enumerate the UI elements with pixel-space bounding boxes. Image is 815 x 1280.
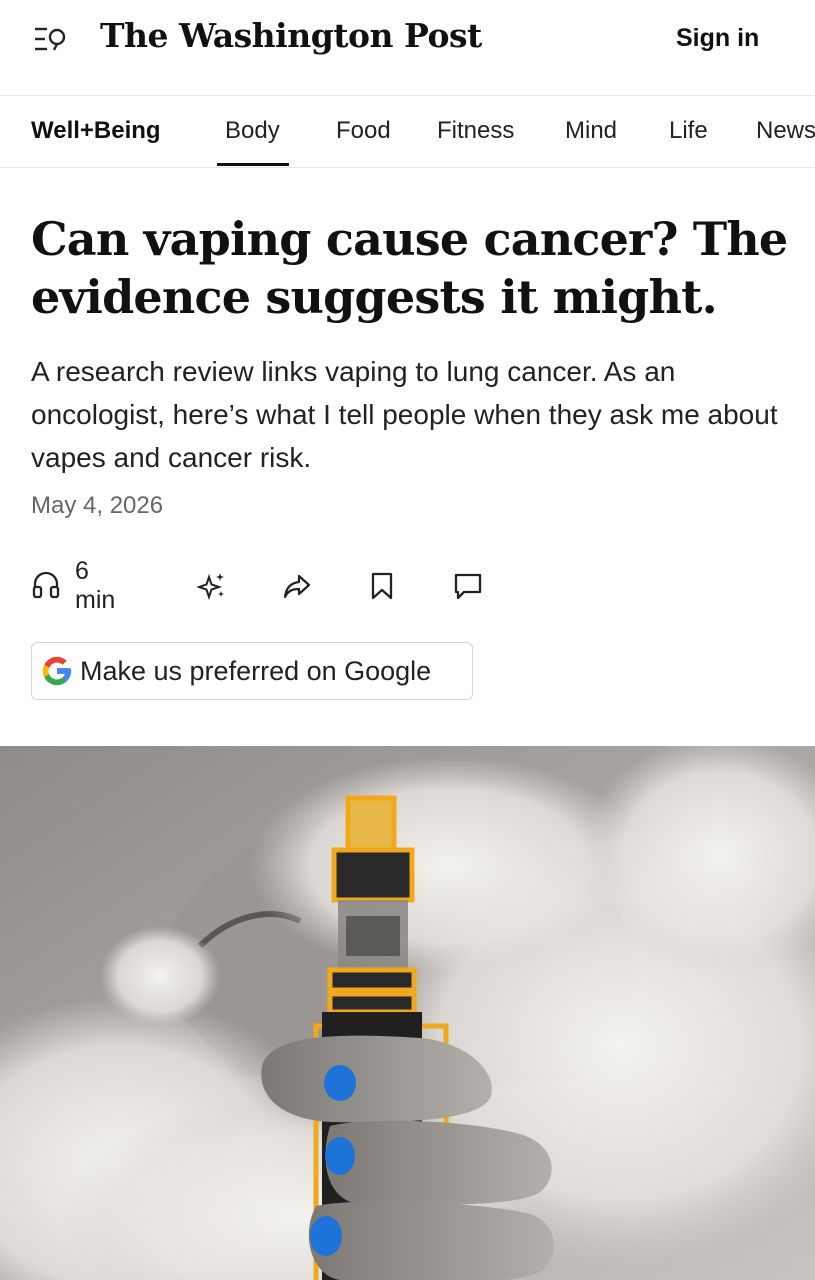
comment-icon[interactable] [453,566,483,606]
bookmark-icon[interactable] [369,566,395,606]
article-hero-image[interactable] [0,746,815,1280]
nav-item-life[interactable]: Life [669,117,708,145]
menu-search-icon[interactable] [34,24,68,56]
nav-item-food[interactable]: Food [336,117,391,145]
share-icon[interactable] [282,566,312,606]
listen-duration: 6 min [75,557,116,614]
article-subheadline: A research review links vaping to lung c… [31,356,778,473]
nav-item-fitness[interactable]: Fitness [437,117,514,145]
preferred-on-google-button[interactable]: Make us preferred on Google [31,642,473,700]
listen-button[interactable]: 6 min [31,557,115,614]
site-logo[interactable]: The Washington Post [100,16,482,55]
article-date: May 4, 2026 [31,492,164,519]
nav-item-body[interactable]: Body [225,117,280,145]
google-g-icon [40,654,74,688]
nav-brand-well-being[interactable]: Well+Being [31,117,161,145]
sign-in-button[interactable]: Sign in [676,24,759,53]
site-header: The Washington Post Sign in [0,0,815,96]
section-nav: Well+Being Body Food Fitness Mind Life N… [0,96,815,168]
active-tab-indicator [217,163,289,166]
sparkle-icon[interactable] [197,566,227,606]
nav-item-news[interactable]: News [756,117,815,145]
preferred-on-google-label: Make us preferred on Google [80,655,432,686]
nav-item-mind[interactable]: Mind [565,117,617,145]
headphones-icon [31,569,61,604]
article-headline: Can vaping cause cancer? The evidence su… [31,212,788,324]
